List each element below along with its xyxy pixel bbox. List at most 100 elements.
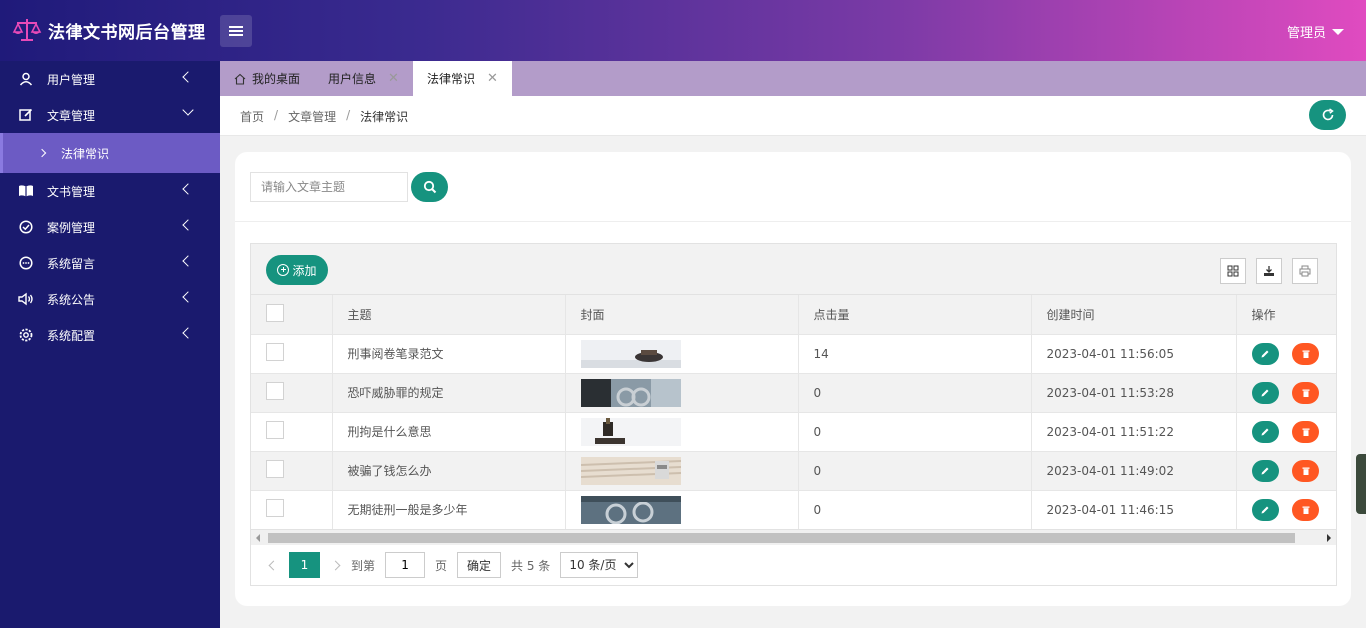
- chevron-left-icon: [182, 327, 194, 339]
- sidebar-subitem-law-knowledge[interactable]: 法律常识: [0, 133, 220, 173]
- scrollbar-thumb[interactable]: [268, 533, 1295, 543]
- pencil-icon: [1261, 350, 1269, 357]
- tab-user-info[interactable]: 用户信息 ✕: [314, 61, 413, 96]
- row-select-cell: [251, 490, 333, 530]
- trash-icon: [1302, 506, 1310, 514]
- edit-button[interactable]: [1251, 498, 1279, 521]
- edit-button[interactable]: [1251, 459, 1279, 482]
- scroll-left-icon[interactable]: [256, 534, 260, 542]
- pencil-icon: [1261, 389, 1269, 396]
- subject-cell: 刑拘是什么意思: [332, 412, 566, 452]
- user-name: 管理员: [1286, 26, 1326, 41]
- subject-cell: 恐吓威胁罪的规定: [332, 373, 566, 413]
- menu-toggle-button[interactable]: [220, 15, 252, 47]
- breadcrumb-separator: /: [274, 108, 279, 122]
- tab-law-knowledge[interactable]: 法律常识 ✕: [412, 61, 512, 96]
- close-icon[interactable]: ✕: [487, 71, 498, 86]
- cover-thumbnail[interactable]: [580, 339, 681, 368]
- breadcrumb-section[interactable]: 文章管理: [288, 108, 336, 125]
- refresh-icon: [1322, 108, 1334, 121]
- page-size-select[interactable]: 10 条/页: [560, 552, 639, 578]
- row-checkbox[interactable]: [266, 343, 284, 361]
- goto-confirm-button[interactable]: 确定: [457, 552, 502, 578]
- print-button[interactable]: [1292, 258, 1318, 284]
- column-header-cover[interactable]: 封面: [565, 295, 799, 335]
- sidebar-item-cases[interactable]: 案例管理: [0, 209, 220, 245]
- sidebar-item-announcements[interactable]: 系统公告: [0, 281, 220, 317]
- row-checkbox[interactable]: [266, 499, 284, 517]
- search-input[interactable]: [250, 172, 408, 202]
- table-toolbar: 添加: [251, 244, 1336, 295]
- caret-down-icon: [1332, 28, 1344, 35]
- sidebar-item-messages[interactable]: 系统留言: [0, 245, 220, 281]
- delete-button[interactable]: [1292, 498, 1320, 521]
- table-header-row: 主题 封面 点击量 创建时间 操作: [251, 295, 1336, 335]
- delete-button[interactable]: [1292, 459, 1320, 482]
- top-header: 法律文书网后台管理 管理员: [0, 0, 1366, 61]
- check-circle-icon: [18, 219, 34, 235]
- column-header-clicks[interactable]: 点击量: [798, 295, 1032, 335]
- book-icon: [18, 183, 34, 199]
- goto-page-input[interactable]: [385, 552, 426, 578]
- breadcrumb: 首页 / 文章管理 / 法律常识: [240, 108, 408, 125]
- search-button[interactable]: [411, 172, 448, 202]
- next-page-icon[interactable]: [330, 560, 341, 570]
- delete-button[interactable]: [1292, 342, 1320, 365]
- prev-page-icon[interactable]: [268, 560, 279, 570]
- column-header-subject[interactable]: 主题: [332, 295, 566, 335]
- pencil-icon: [1261, 428, 1269, 435]
- created-cell: 2023-04-01 11:53:28: [1031, 373, 1237, 413]
- sidebar-item-users[interactable]: 用户管理: [0, 61, 220, 97]
- side-widget-tab[interactable]: [1356, 454, 1366, 514]
- subject-cell: 被骗了钱怎么办: [332, 451, 566, 491]
- horizontal-scrollbar[interactable]: [251, 529, 1336, 545]
- page-current[interactable]: 1: [289, 552, 320, 578]
- refresh-button[interactable]: [1309, 100, 1346, 130]
- cover-thumbnail[interactable]: [580, 495, 681, 524]
- chevron-left-icon: [182, 71, 194, 83]
- trash-icon: [1302, 467, 1310, 475]
- clicks-cell: 0: [798, 490, 1032, 530]
- export-button[interactable]: [1256, 258, 1282, 284]
- table-row: 刑拘是什么意思 0 2023-04-01 11:51:22: [251, 412, 1336, 452]
- delete-button[interactable]: [1292, 420, 1320, 443]
- table-row: 被骗了钱怎么办 0 2023-04-01 11:49:02: [251, 451, 1336, 491]
- column-header-created[interactable]: 创建时间: [1031, 295, 1237, 335]
- breadcrumb-home[interactable]: 首页: [240, 108, 264, 125]
- scroll-right-icon[interactable]: [1327, 534, 1331, 542]
- cover-thumbnail[interactable]: [580, 378, 681, 407]
- select-all-cell: [251, 295, 333, 335]
- sidebar-item-settings[interactable]: 系统配置: [0, 317, 220, 353]
- created-cell: 2023-04-01 11:56:05: [1031, 334, 1237, 374]
- sidebar-item-documents[interactable]: 文书管理: [0, 173, 220, 209]
- edit-button[interactable]: [1251, 420, 1279, 443]
- user-menu[interactable]: 管理员: [1287, 22, 1344, 41]
- add-button[interactable]: 添加: [266, 255, 328, 285]
- search-row: [235, 152, 1351, 222]
- plus-circle-icon: [277, 264, 290, 276]
- sidebar-item-articles[interactable]: 文章管理: [0, 97, 220, 133]
- row-select-cell: [251, 334, 333, 374]
- scales-icon: [12, 19, 42, 41]
- created-cell: 2023-04-01 11:49:02: [1031, 451, 1237, 491]
- row-checkbox[interactable]: [266, 460, 284, 478]
- pencil-icon: [1261, 467, 1269, 474]
- row-checkbox[interactable]: [266, 382, 284, 400]
- clicks-cell: 14: [798, 334, 1032, 374]
- cover-thumbnail[interactable]: [580, 456, 681, 485]
- breadcrumb-separator: /: [346, 108, 351, 122]
- tab-desktop[interactable]: 我的桌面: [220, 61, 314, 96]
- edit-button[interactable]: [1251, 381, 1279, 404]
- edit-button[interactable]: [1251, 342, 1279, 365]
- cover-thumbnail[interactable]: [580, 417, 681, 446]
- trash-icon: [1302, 428, 1310, 436]
- cover-cell: [565, 373, 799, 413]
- row-checkbox[interactable]: [266, 421, 284, 439]
- cover-cell: [565, 451, 799, 491]
- columns-filter-button[interactable]: [1220, 258, 1246, 284]
- data-table: 添加 主题 封面 点击量 创建时间 操作 刑事阅卷笔录范文 14 2023-04…: [250, 243, 1337, 586]
- delete-button[interactable]: [1292, 381, 1320, 404]
- select-all-checkbox[interactable]: [266, 303, 284, 322]
- close-icon[interactable]: ✕: [388, 71, 399, 86]
- total-count: 共 5 条: [511, 558, 551, 573]
